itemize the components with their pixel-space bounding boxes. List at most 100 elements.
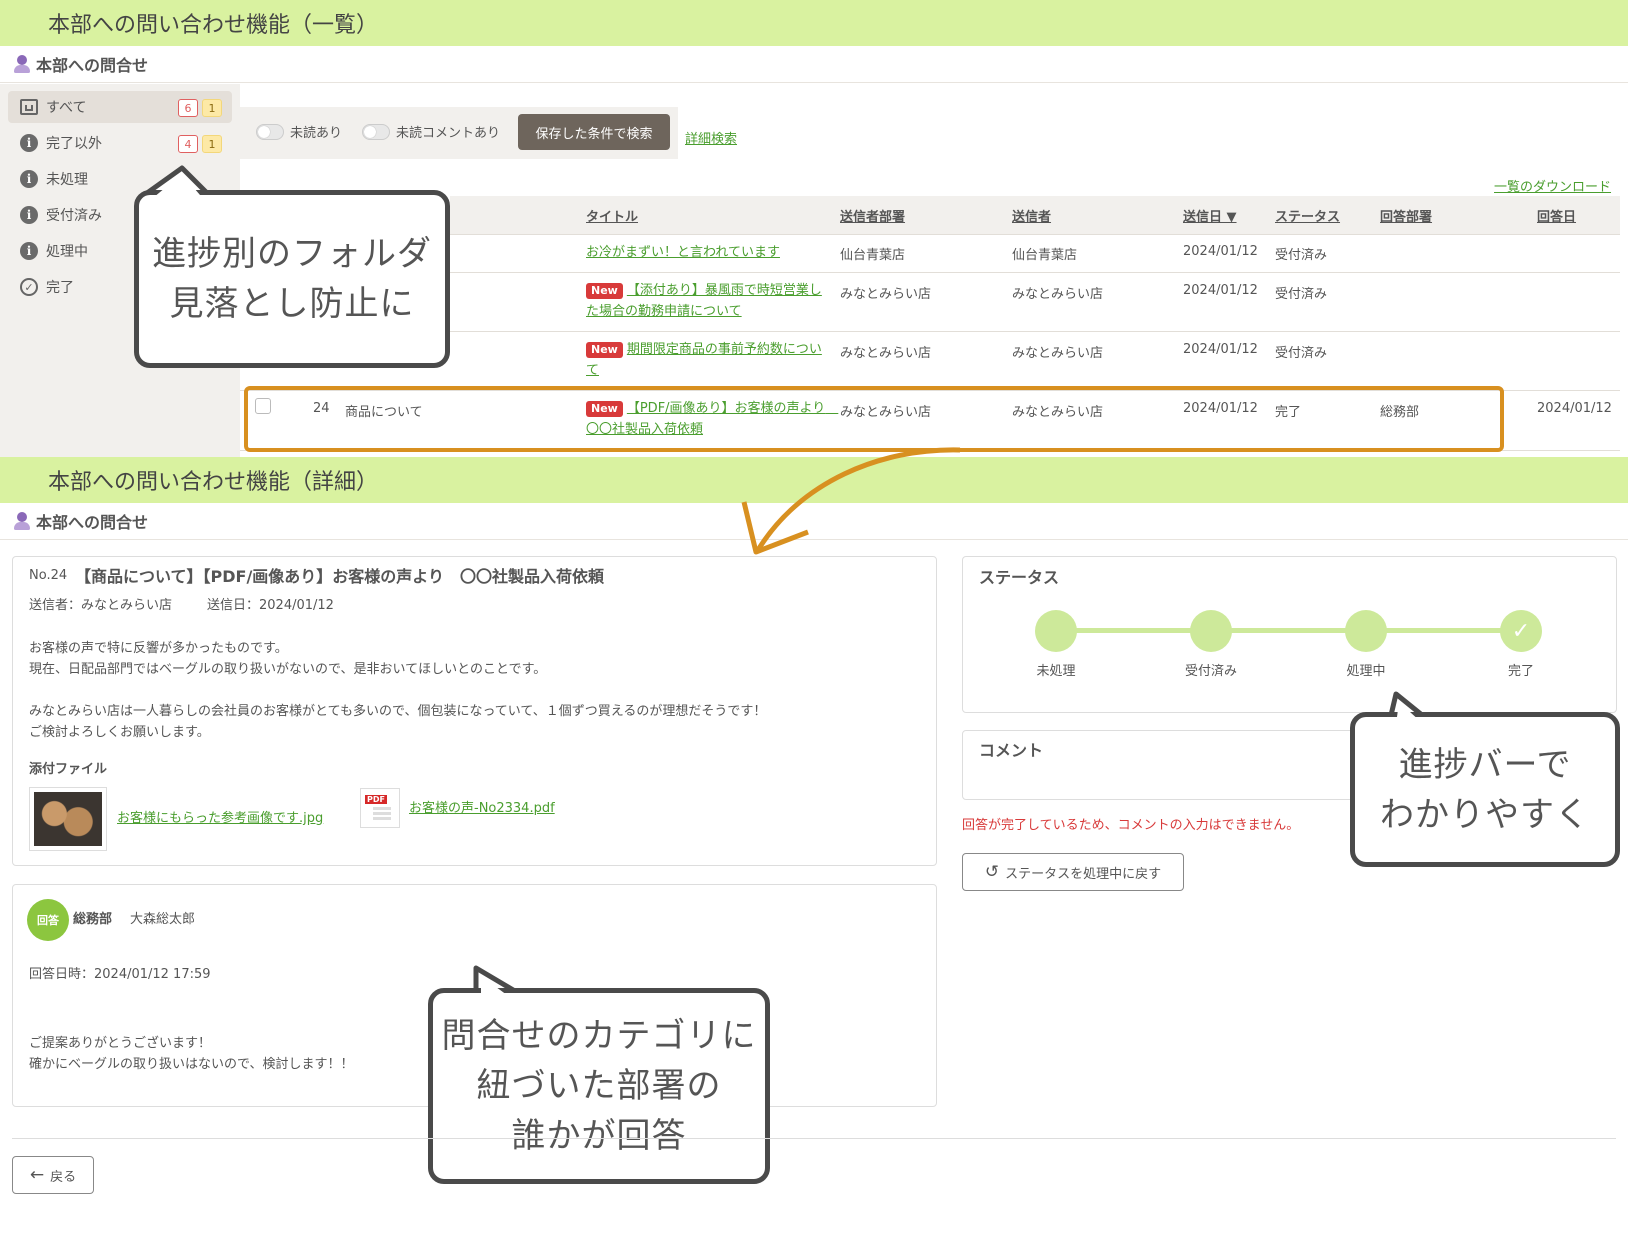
info-icon: i: [20, 206, 38, 224]
inquiry-title: 【商品について】【PDF/画像あり】お客様の声より 〇〇社製品入荷依頼: [75, 567, 604, 586]
progress-step-dot: [1035, 610, 1077, 652]
callout-tail-cover: [150, 174, 205, 200]
row-answer-date: 2024/01/12: [1537, 401, 1612, 416]
inquiry-body-line: みなとみらい店は一人暮らしの会社員のお客様がとても多いので、個包装になっていて、…: [29, 704, 767, 719]
progress-step-label: 受付済み: [1184, 664, 1237, 679]
row-sender: 仙台青葉店: [1012, 248, 1078, 263]
back-button[interactable]: ← 戻る: [12, 1156, 94, 1194]
progress-bar-track: [1056, 628, 1522, 633]
pdf-file-icon[interactable]: PDF: [360, 788, 400, 828]
column-header-sender[interactable]: 送信者: [1012, 206, 1051, 225]
info-icon: i: [20, 242, 38, 260]
download-list-link[interactable]: 一覧のダウンロード: [1494, 176, 1611, 195]
column-header-answer-date[interactable]: 回答日: [1537, 206, 1576, 225]
count-badge-yellow: 1: [202, 99, 222, 117]
row-sender-dept: みなとみらい店: [840, 287, 932, 302]
column-header-answer-dept[interactable]: 回答部署: [1380, 206, 1432, 225]
column-header-sent-date[interactable]: 送信日 ▼: [1183, 206, 1237, 225]
detail-header-title: 本部への問合せ: [36, 513, 149, 532]
back-button-label: 戻る: [50, 1169, 77, 1185]
inquiry-body-line: ご検討よろしくお願いします。: [29, 725, 210, 740]
callout-line: 進捗別のフォルダ: [152, 234, 432, 274]
callout-line: 見落とし防止に: [169, 284, 415, 324]
progress-step-label: 処理中: [1346, 664, 1386, 679]
list-section-title: 本部への問い合わせ機能（一覧）: [0, 0, 1628, 46]
sidebar-item-label: すべて: [46, 100, 87, 116]
inquiry-sent-date: 送信日：2024/01/12: [207, 598, 334, 613]
list-header: 本部への問合せ: [0, 46, 1628, 83]
unread-comment-toggle[interactable]: [362, 124, 390, 140]
attachment-image-link[interactable]: お客様にもらった参考画像です.jpg: [117, 807, 323, 826]
inquiry-body-line: 現在、日配品部門ではベーグルの取り扱いがないので、是非おいてほしいとのことです。: [29, 662, 547, 677]
progress-step-dot: [1345, 610, 1387, 652]
row-status: 受付済み: [1275, 346, 1328, 361]
progress-step-dot-current: ✓: [1500, 610, 1542, 652]
callout-progress-bar: 進捗バーでわかりやすく: [1350, 712, 1620, 867]
unread-toggle-label: 未読あり: [290, 126, 343, 141]
column-header-title[interactable]: タイトル: [586, 206, 638, 225]
sidebar-item-label: 完了: [46, 280, 74, 296]
progress-step-label: 完了: [1507, 664, 1534, 679]
row-sender-dept: 仙台青葉店: [840, 248, 906, 263]
info-icon: i: [20, 170, 38, 188]
info-icon: i: [20, 134, 38, 152]
image-thumbnail[interactable]: [29, 787, 107, 851]
sidebar-item-label: 処理中: [46, 244, 88, 260]
callout-folders: 進捗別のフォルダ 見落とし防止に: [134, 190, 450, 368]
callout-line: 問合せのカテゴリに: [441, 1016, 757, 1056]
undo-icon: ↺: [984, 862, 1000, 882]
row-sender-dept: みなとみらい店: [840, 346, 932, 361]
row-title-link[interactable]: お冷がまずい！と言われています: [586, 242, 828, 263]
advanced-search-link[interactable]: 詳細検索: [685, 128, 737, 147]
sidebar-item-label: 受付済み: [46, 208, 102, 224]
list-header-title: 本部への問合せ: [36, 56, 149, 75]
attachments-label: 添付ファイル: [29, 762, 108, 777]
inbox-icon: [20, 99, 38, 115]
row-sender: みなとみらい店: [1012, 287, 1104, 302]
check-icon: ✓: [1511, 618, 1531, 644]
count-badge-yellow: 1: [202, 135, 222, 153]
unread-toggle[interactable]: [256, 124, 284, 140]
sidebar-item-label: 完了以外: [46, 136, 102, 152]
comment-disabled-notice: 回答が完了しているため、コメントの入力はできません。: [962, 818, 1300, 833]
column-header-status[interactable]: ステータス: [1275, 206, 1340, 225]
sidebar-item-not-completed[interactable]: i 完了以外 4 1: [8, 127, 232, 159]
row-title-cell: New 期間限定商品の事前予約数について: [586, 339, 828, 381]
row-sent-date: 2024/01/12: [1183, 244, 1258, 259]
answer-datetime: 回答日時：2024/01/12 17:59: [29, 967, 211, 982]
sidebar-item-label: 未処理: [46, 172, 88, 188]
footer-divider: [12, 1138, 1616, 1139]
row-sent-date: 2024/01/12: [1183, 283, 1258, 298]
inquiry-body-line: お客様の声で特に反響が多かったものです。: [29, 641, 288, 656]
answer-body-line: ご提案ありがとうございます！: [29, 1036, 212, 1051]
pdf-badge: PDF: [365, 795, 387, 804]
bagel-image: [34, 792, 102, 846]
column-header-sender-dept[interactable]: 送信者部署: [840, 206, 905, 225]
progress-step-dot: [1190, 610, 1232, 652]
revert-status-button[interactable]: ↺ ステータスを処理中に戻す: [962, 853, 1184, 891]
connector-arrow: [741, 447, 961, 555]
row-status: 受付済み: [1275, 248, 1328, 263]
sidebar-item-all[interactable]: すべて 6 1: [8, 91, 232, 123]
row-sent-date: 2024/01/12: [1183, 342, 1258, 357]
callout-line: 誰かが回答: [511, 1116, 687, 1156]
progress-step-label: 未処理: [1036, 664, 1076, 679]
count-badge-red: 4: [178, 135, 198, 153]
new-badge: New: [586, 283, 623, 299]
person-icon: [14, 55, 30, 73]
unread-comment-toggle-label: 未読コメントあり: [396, 126, 501, 141]
attachment-pdf-link[interactable]: お客様の声-No2334.pdf: [409, 797, 555, 816]
saved-search-button[interactable]: 保存した条件で検索: [518, 114, 670, 150]
callout-line: 進捗バーで: [1398, 744, 1572, 785]
callout-answer: 問合せのカテゴリに 紐づいた部署の 誰かが回答: [428, 988, 770, 1184]
comment-panel-title: コメント: [979, 741, 1044, 760]
arrow-left-icon: ←: [29, 1165, 45, 1185]
status-panel-title: ステータス: [979, 568, 1060, 587]
callout-line: わかりやすく: [1380, 794, 1590, 835]
row-title-cell: New 【添付あり】暴風雨で時短営業した場合の勤務申請について: [586, 280, 828, 322]
revert-status-label: ステータスを処理中に戻す: [1005, 866, 1162, 882]
callout-line: 紐づいた部署の: [476, 1066, 722, 1106]
callout-tail-cover: [481, 976, 517, 1002]
person-icon: [14, 512, 30, 530]
check-circle-icon: ✓: [20, 278, 38, 296]
